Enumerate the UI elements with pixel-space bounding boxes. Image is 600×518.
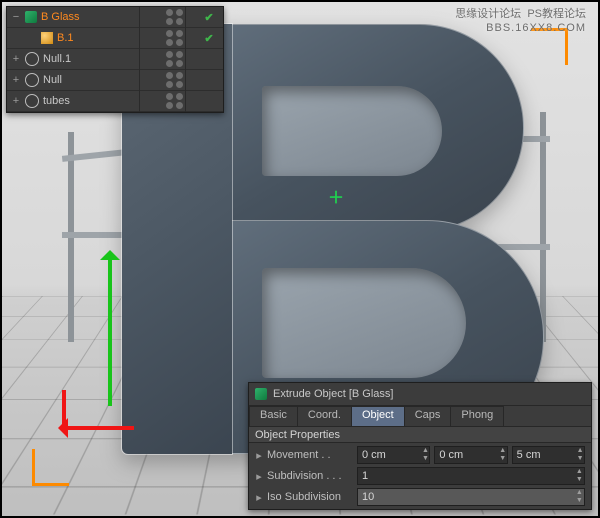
tag-check-icon[interactable]: ✔	[204, 33, 213, 45]
tag-check-icon[interactable]: ✔	[204, 12, 213, 24]
movement-x-input[interactable]: ▲▼	[357, 446, 430, 464]
label-subdivision: Subdivision . . .	[267, 470, 353, 482]
row-iso-subdivision: ▸ Iso Subdivision ▲▼	[255, 488, 585, 506]
spin-down-icon[interactable]: ▼	[575, 497, 584, 505]
attribute-header: Extrude Object [B Glass]	[249, 383, 591, 406]
iso-subdivision-input[interactable]: ▲▼	[357, 488, 585, 506]
movement-z-input[interactable]: ▲▼	[512, 446, 585, 464]
axis-x-gizmo[interactable]	[64, 426, 134, 430]
expand-toggle[interactable]: +	[11, 74, 21, 86]
axis-y-gizmo[interactable]	[108, 256, 112, 406]
selection-corner-icon	[32, 449, 69, 486]
scaffold-pole	[540, 112, 546, 342]
extrude-icon	[255, 388, 267, 400]
expand-toggle[interactable]: +	[11, 53, 21, 65]
row-subdivision: ▸ Subdivision . . . ▲▼	[255, 467, 585, 485]
null-icon	[25, 73, 39, 87]
watermark-top: 思缘设计论坛 PS教程论坛 BBS.16XX8.COM	[455, 8, 586, 36]
extrude-icon	[25, 11, 37, 23]
object-manager-panel[interactable]: − B Glass ✔ B.1 ✔ +	[6, 6, 224, 113]
column-divider	[185, 7, 186, 112]
object-row-b1[interactable]: B.1 ✔	[7, 28, 223, 49]
object-row-null[interactable]: + Null	[7, 70, 223, 91]
label-iso-subdivision: Iso Subdivision	[267, 491, 353, 503]
attribute-manager-panel[interactable]: Extrude Object [B Glass] Basic Coord. Ob…	[248, 382, 592, 510]
subdivision-input[interactable]: ▲▼	[357, 467, 585, 485]
visibility-flags[interactable]	[153, 93, 195, 109]
spin-down-icon[interactable]: ▼	[422, 455, 430, 463]
spin-down-icon[interactable]: ▼	[499, 455, 507, 463]
spline-icon	[41, 32, 53, 44]
spin-down-icon[interactable]: ▼	[576, 455, 584, 463]
null-icon	[25, 94, 39, 108]
null-icon	[25, 52, 39, 66]
disclosure-icon[interactable]: ▸	[255, 449, 263, 462]
spin-up-icon[interactable]: ▲	[422, 447, 430, 455]
visibility-flags[interactable]	[153, 30, 195, 46]
object-row-null1[interactable]: + Null.1	[7, 49, 223, 70]
expand-toggle[interactable]: −	[11, 11, 21, 23]
tab-caps[interactable]: Caps	[404, 406, 452, 426]
visibility-flags[interactable]	[153, 51, 195, 67]
disclosure-icon[interactable]: ▸	[255, 470, 263, 483]
object-row-tubes[interactable]: + tubes	[7, 91, 223, 112]
section-header: Object Properties	[249, 426, 591, 443]
disclosure-icon[interactable]: ▸	[255, 491, 263, 504]
spin-up-icon[interactable]: ▲	[575, 468, 584, 476]
row-movement: ▸ Movement . . ▲▼ ▲▼ ▲▼	[255, 446, 585, 464]
tab-object[interactable]: Object	[351, 406, 405, 426]
spin-down-icon[interactable]: ▼	[575, 476, 584, 484]
object-name[interactable]: Null	[43, 74, 62, 86]
label-movement: Movement . .	[267, 449, 353, 461]
attribute-title: Extrude Object [B Glass]	[273, 388, 393, 400]
expand-toggle[interactable]: +	[11, 95, 21, 107]
movement-y-input[interactable]: ▲▼	[434, 446, 507, 464]
tab-basic[interactable]: Basic	[249, 406, 298, 426]
object-name[interactable]: B.1	[57, 32, 74, 44]
tab-coord[interactable]: Coord.	[297, 406, 352, 426]
spin-up-icon[interactable]: ▲	[575, 489, 584, 497]
column-divider	[139, 7, 140, 112]
spin-up-icon[interactable]: ▲	[499, 447, 507, 455]
object-name[interactable]: Null.1	[43, 53, 71, 65]
object-row-b-glass[interactable]: − B Glass ✔	[7, 7, 223, 28]
b-bottom-hole	[262, 268, 466, 378]
tab-phong[interactable]: Phong	[450, 406, 504, 426]
b-top-hole	[262, 86, 442, 176]
visibility-flags[interactable]	[153, 72, 195, 88]
spin-up-icon[interactable]: ▲	[576, 447, 584, 455]
attribute-tabs: Basic Coord. Object Caps Phong	[249, 406, 591, 426]
visibility-flags[interactable]	[153, 9, 195, 25]
object-name[interactable]: tubes	[43, 95, 70, 107]
object-name[interactable]: B Glass	[41, 11, 80, 23]
